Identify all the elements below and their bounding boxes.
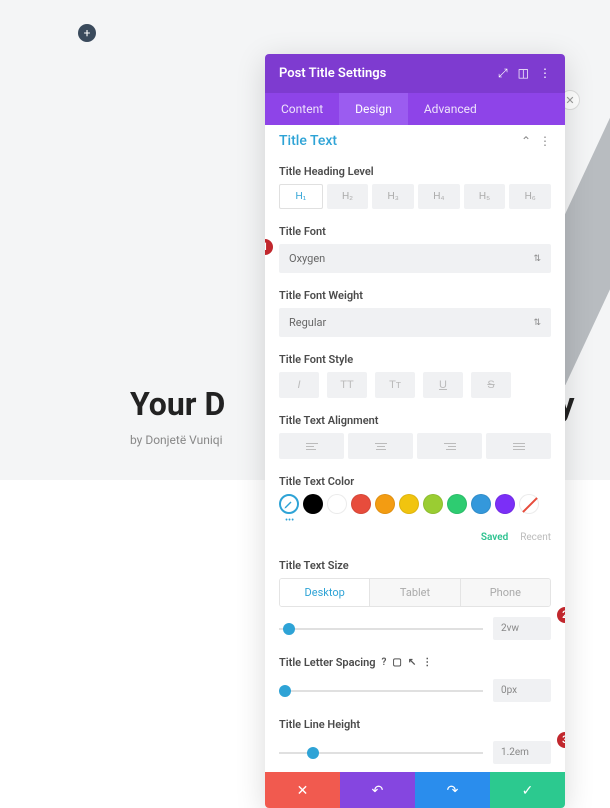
add-module-button[interactable]: + [78,24,96,42]
color-swatch-white[interactable] [327,494,347,514]
heading-h4[interactable]: H₄ [418,184,460,209]
snap-icon[interactable]: ◫ [518,66,529,81]
line-height-label: Title Line Height [279,718,551,731]
section-title: Title Text [279,133,337,149]
section-more-icon[interactable]: ⋮ [539,134,551,148]
redo-button[interactable]: ↷ [415,772,490,808]
heading-level-label: Title Heading Level [279,165,551,178]
heading-h6[interactable]: H₆ [509,184,551,209]
save-button[interactable]: ✓ [490,772,565,808]
color-swatch-yellow[interactable] [399,494,419,514]
color-label: Title Text Color [279,475,551,488]
size-label: Title Text Size [279,559,551,572]
field-style: Title Font Style I TT Tᴛ U S [265,345,565,406]
settings-panel: Post Title Settings ⤢ ◫ ⋮ Content Design… [265,54,565,808]
select-caret-icon: ⇅ [533,254,541,264]
device-phone[interactable]: Phone [460,579,550,606]
collapse-icon[interactable]: ⌃ [521,134,531,148]
align-justify[interactable] [486,433,551,459]
annotation-marker-2: 2 [557,607,565,623]
device-tablet[interactable]: Tablet [369,579,459,606]
annotation-marker-1: 1 [265,239,273,255]
panel-footer: ✕ ↶ ↷ ✓ [265,772,565,808]
style-underline[interactable]: U [423,372,463,398]
color-swatch-none[interactable] [519,494,539,514]
style-strikethrough[interactable]: S [471,372,511,398]
heading-h5[interactable]: H₅ [464,184,506,209]
cancel-button[interactable]: ✕ [265,772,340,808]
color-picker-button[interactable] [279,494,299,514]
tab-content[interactable]: Content [265,93,339,125]
size-slider[interactable] [279,627,483,631]
align-left[interactable] [279,433,344,459]
color-swatch-blue[interactable] [471,494,491,514]
field-line-height: Title Line Height 1.2em 3 [265,710,565,772]
panel-tabs: Content Design Advanced [265,93,565,125]
hover-icon[interactable]: ↖ [408,657,416,668]
expand-icon[interactable]: ⤢ [498,66,508,81]
hero-title-left: Your D [130,385,225,423]
select-caret-icon: ⇅ [533,318,541,328]
eyedropper-icon [283,498,295,510]
letter-spacing-label: Title Letter Spacing ? ▢ ↖ ⋮ [279,656,551,669]
line-height-slider[interactable] [279,751,483,755]
field-text-size: Title Text Size Desktop Tablet Phone 2vw… [265,551,565,648]
field-font: 1 Title Font Oxygen ⇅ [265,217,565,281]
section-header[interactable]: Title Text ⌃ ⋮ [265,125,565,157]
letter-spacing-slider[interactable] [279,689,483,693]
color-swatch-orange[interactable] [375,494,395,514]
color-swatch-black[interactable] [303,494,323,514]
responsive-icon[interactable]: ▢ [392,657,401,668]
heading-h1[interactable]: H₁ [279,184,323,209]
align-center[interactable] [348,433,413,459]
weight-value: Regular [289,316,326,329]
style-label: Title Font Style [279,353,551,366]
font-select[interactable]: Oxygen ⇅ [279,244,551,273]
tab-advanced[interactable]: Advanced [408,93,493,125]
tab-design[interactable]: Design [339,93,408,125]
panel-header-icons: ⤢ ◫ ⋮ [498,66,551,81]
hero-text-block: Your D by Donjetë Vuniqi [130,385,225,447]
style-uppercase[interactable]: TT [327,372,367,398]
undo-button[interactable]: ↶ [340,772,415,808]
color-swatch-red[interactable] [351,494,371,514]
more-icon[interactable]: ⋮ [539,66,551,81]
field-letter-spacing: Title Letter Spacing ? ▢ ↖ ⋮ 0px [265,648,565,710]
color-swatch-green[interactable] [447,494,467,514]
field-weight: Title Font Weight Regular ⇅ [265,281,565,345]
weight-label: Title Font Weight [279,289,551,302]
field-more-icon[interactable]: ⋮ [422,657,432,668]
size-value[interactable]: 2vw [493,617,551,640]
colors-recent-tab[interactable]: Recent [520,532,551,543]
picker-more-dots[interactable]: ••• [285,516,551,526]
panel-header: Post Title Settings ⤢ ◫ ⋮ [265,54,565,93]
align-right[interactable] [417,433,482,459]
color-swatch-purple[interactable] [495,494,515,514]
alignment-label: Title Text Alignment [279,414,551,427]
device-desktop[interactable]: Desktop [280,579,369,606]
hero-author: by Donjetë Vuniqi [130,433,225,447]
field-alignment: Title Text Alignment [265,406,565,467]
field-color: Title Text Color ••• Saved Recent [265,467,565,551]
letter-spacing-value[interactable]: 0px [493,679,551,702]
annotation-marker-3: 3 [557,732,565,748]
help-icon[interactable]: ? [382,657,387,668]
color-swatch-lime[interactable] [423,494,443,514]
heading-h2[interactable]: H₂ [327,184,369,209]
font-label: Title Font [279,225,551,238]
font-value: Oxygen [289,252,325,265]
heading-h3[interactable]: H₃ [372,184,414,209]
colors-saved-tab[interactable]: Saved [481,532,508,543]
panel-title: Post Title Settings [279,66,386,81]
style-smallcaps[interactable]: Tᴛ [375,372,415,398]
field-heading-level: Title Heading Level H₁ H₂ H₃ H₄ H₅ H₆ [265,157,565,217]
weight-select[interactable]: Regular ⇅ [279,308,551,337]
style-italic[interactable]: I [279,372,319,398]
line-height-value[interactable]: 1.2em [493,741,551,764]
